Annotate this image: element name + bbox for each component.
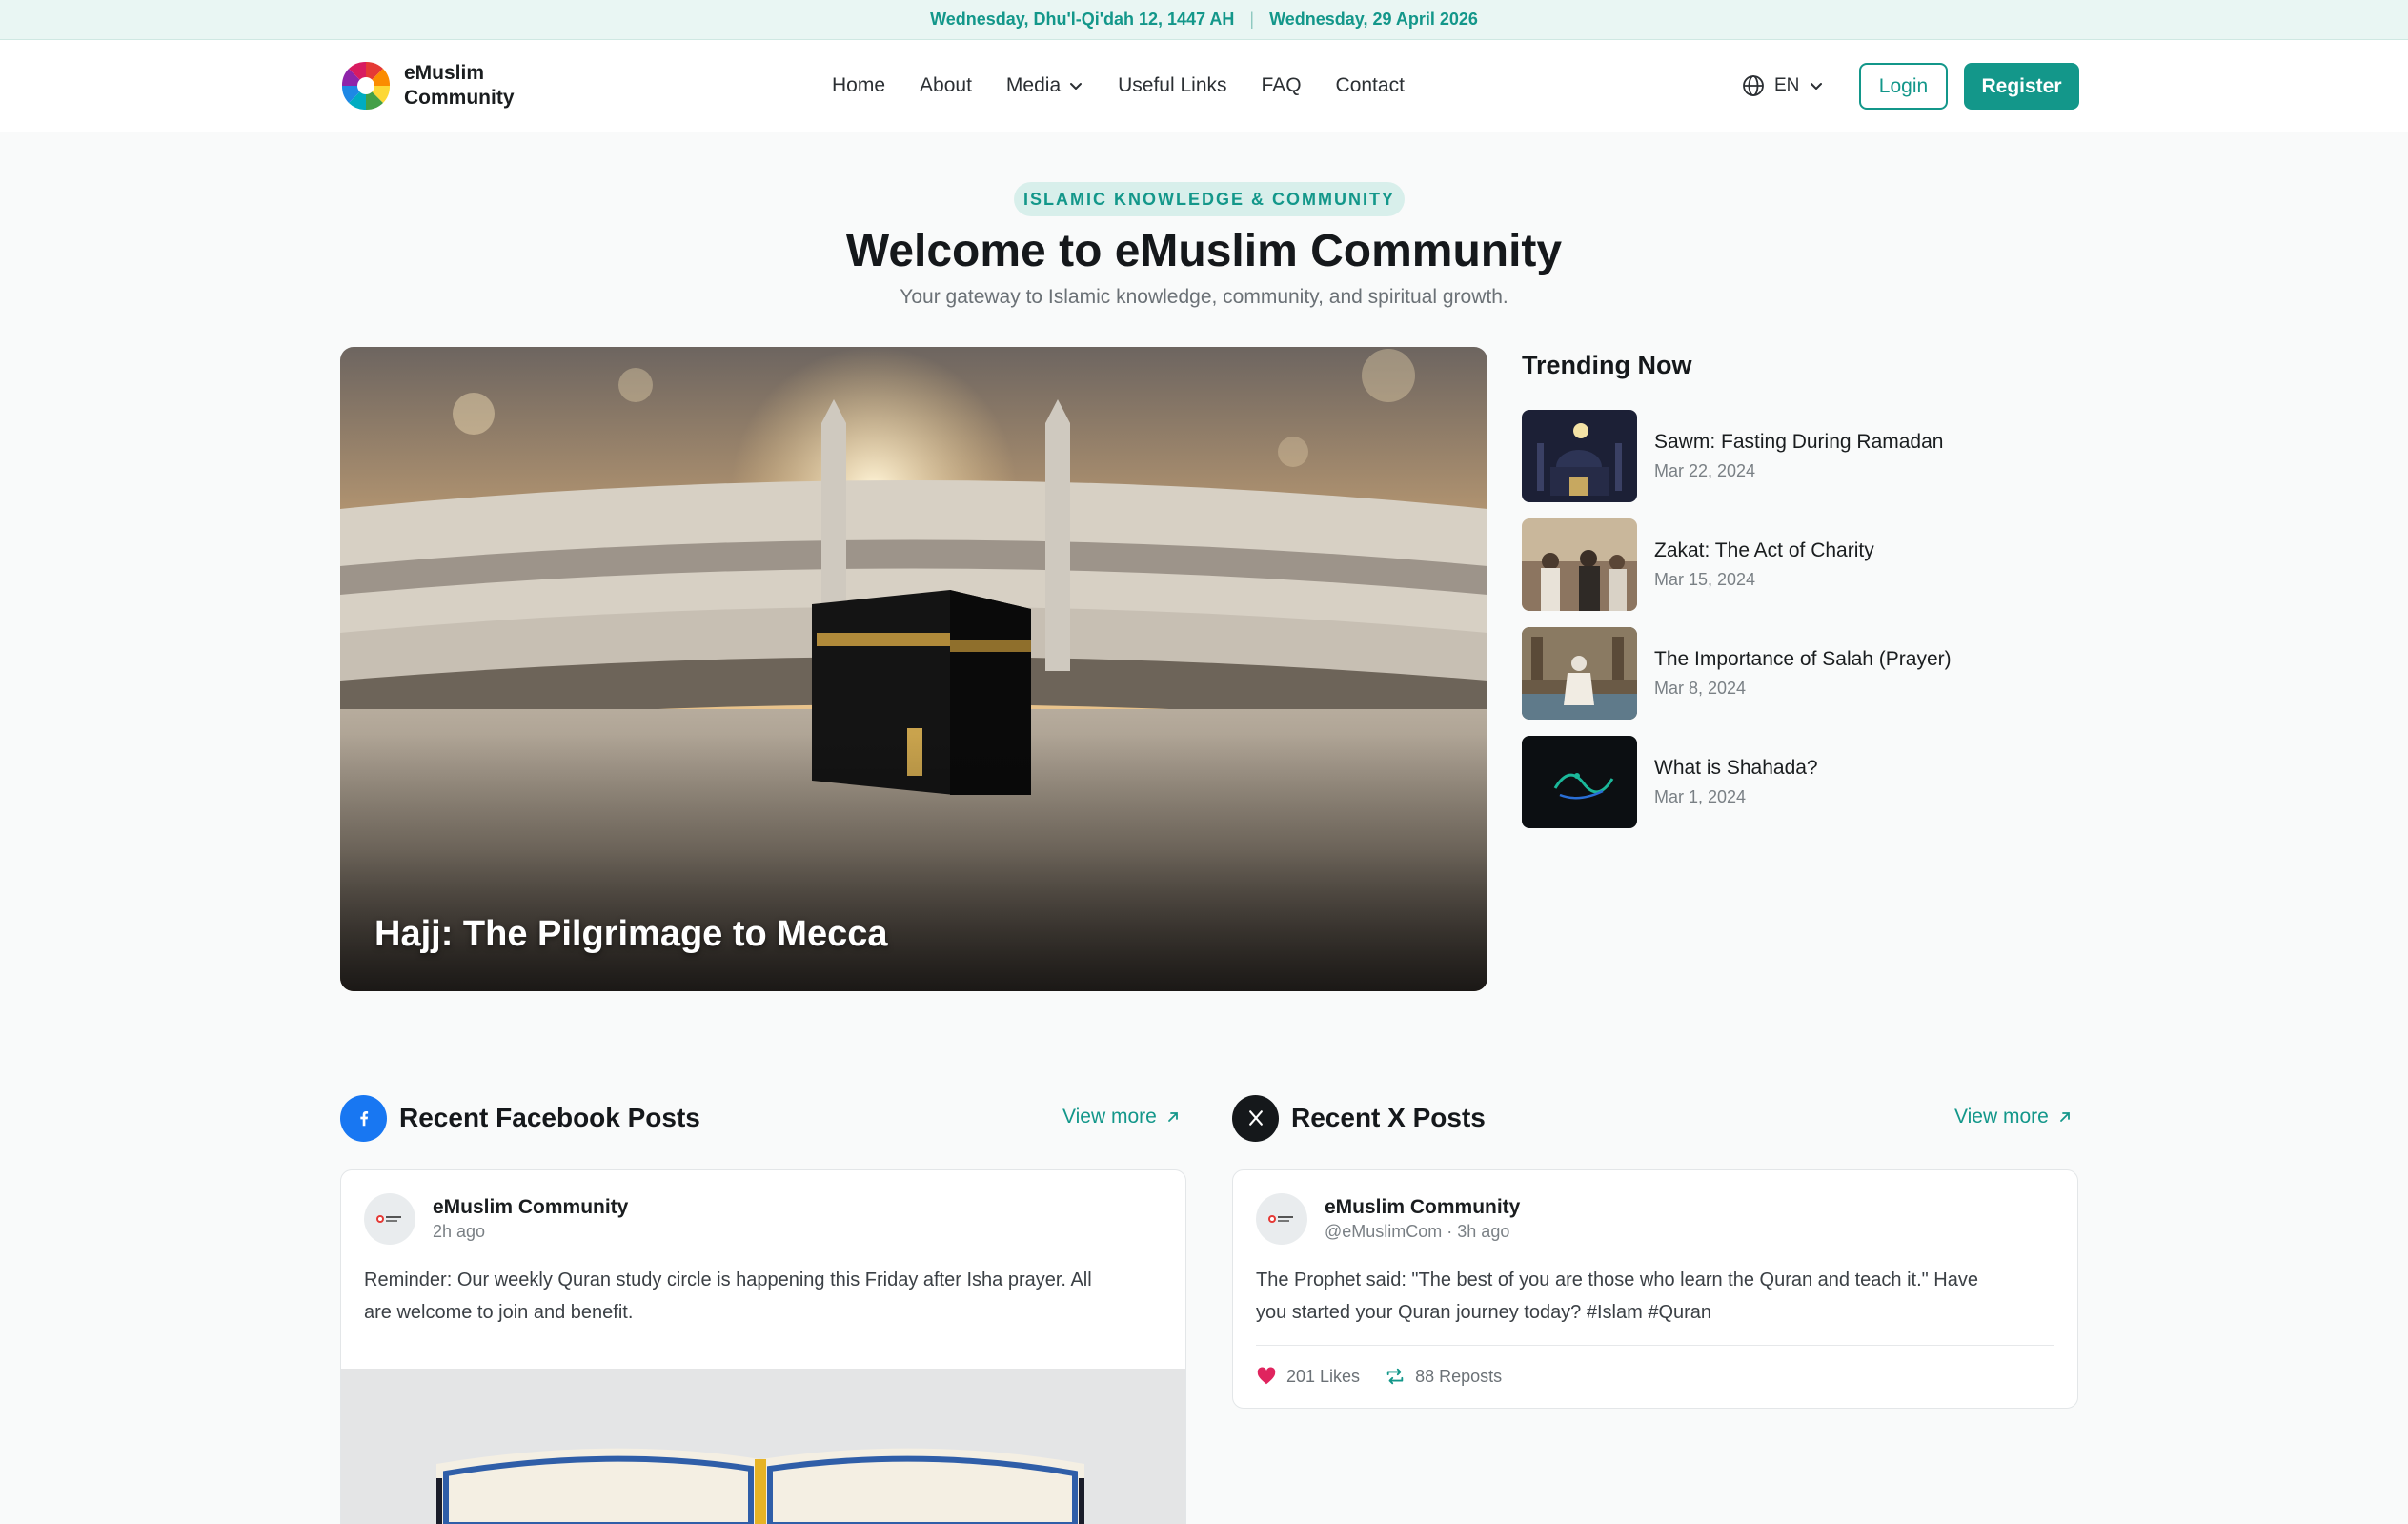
repost-icon [1386,1368,1404,1385]
gregorian-date: Wednesday, 29 April 2026 [1269,10,1478,29]
charity-crowd-image [1522,518,1637,611]
post-time: 2h ago [433,1222,486,1241]
trending-item-title: Sawm: Fasting During Ramadan [1654,431,1944,453]
page-title: Welcome to eMuslim Community [845,226,1563,276]
hijri-date: Wednesday, Dhu'l-Qi'dah 12, 1447 AH [930,10,1235,29]
trending-item-date: Mar 1, 2024 [1654,787,1747,806]
nav-about[interactable]: About [920,74,972,97]
trending-item-date: Mar 22, 2024 [1654,461,1756,480]
main-nav: Home About Media Useful Links FAQ Contac… [832,40,1405,132]
logo-wordmark: eMuslim Community [404,61,515,111]
trending-thumbnail [1522,627,1637,720]
facebook-view-more-link[interactable]: View more [1062,1106,1180,1128]
author-name[interactable]: eMuslim Community [433,1196,628,1219]
x-view-more-link[interactable]: View more [1954,1106,2072,1128]
site-header: eMuslim Community Home About Media Usefu… [0,40,2408,132]
hero-badge: ISLAMIC KNOWLEDGE & COMMUNITY [1014,182,1405,216]
facebook-icon [340,1094,387,1142]
trending-thumbnail [1522,736,1637,828]
post-stats: 201 Likes 88 Reposts [1256,1366,1502,1387]
post-text-line: Reminder: Our weekly Quran study circle … [364,1270,1092,1290]
trending-item-title: Zakat: The Act of Charity [1654,539,1874,561]
nav-contact[interactable]: Contact [1336,74,1405,97]
x-post-card[interactable]: eMuslim Community @eMuslimCom · 3h ago T… [1232,1169,2078,1409]
trending-heading: Trending Now [1522,351,1692,379]
site-logo[interactable]: eMuslim Community [339,59,515,112]
date-bar: Wednesday, Dhu'l-Qi'dah 12, 1447 AH | We… [0,0,2408,40]
likes-count: 201 Likes [1286,1366,1361,1386]
logo-line-1: eMuslim [404,62,485,84]
post-text-line: you started your Quran journey today? #I… [1256,1302,1712,1323]
mosque-night-image [1522,410,1637,502]
likes-stat[interactable]: 201 Likes [1256,1366,1360,1387]
trending-item[interactable]: The Importance of Salah (Prayer) Mar 8, … [1522,627,2055,720]
avatar [1256,1193,1307,1245]
external-arrow-icon [2059,1112,2070,1122]
trending-thumbnail [1522,518,1637,611]
nav-media-label: Media [1005,74,1062,96]
language-selector[interactable]: EN [1742,40,1824,132]
x-logo-icon [1232,1094,1279,1142]
post-text-line: The Prophet said: "The best of you are t… [1256,1270,1978,1290]
salah-prayer-image [1522,627,1637,720]
nav-faq[interactable]: FAQ [1262,74,1302,97]
logo-icon [341,61,391,111]
heart-icon [1257,1367,1276,1385]
author-name[interactable]: eMuslim Community [1325,1196,1520,1219]
trending-item-title: The Importance of Salah (Prayer) [1654,648,1952,670]
view-more-label: View more [1062,1106,1157,1128]
language-code: EN [1774,75,1800,95]
calligraphy-image [1522,736,1637,828]
post-text: Reminder: Our weekly Quran study circle … [364,1264,1092,1329]
nav-home[interactable]: Home [832,74,885,97]
nav-useful-links[interactable]: Useful Links [1118,74,1226,97]
trending-item-title: What is Shahada? [1654,757,1818,779]
login-button[interactable]: Login [1859,63,1948,110]
trending-item[interactable]: Sawm: Fasting During Ramadan Mar 22, 202… [1522,410,2055,502]
logo-line-2: Community [404,87,515,109]
trending-item[interactable]: What is Shahada? Mar 1, 2024 [1522,736,2055,828]
trending-item-date: Mar 8, 2024 [1654,679,1747,698]
reposts-stat[interactable]: 88 Reposts [1385,1366,1502,1387]
x-section-title: Recent X Posts [1291,1103,1486,1132]
post-divider [1256,1345,2054,1346]
trending-thumbnail [1522,410,1637,502]
nav-media[interactable]: Media [1006,74,1083,97]
post-handle-time: @eMuslimCom · 3h ago [1325,1222,1510,1241]
post-text: The Prophet said: "The best of you are t… [1256,1264,1978,1329]
external-arrow-icon [1167,1112,1178,1122]
trending-item-date: Mar 15, 2024 [1654,570,1756,589]
globe-icon [1743,75,1764,96]
facebook-section-title: Recent Facebook Posts [399,1103,700,1132]
featured-article-card[interactable]: Hajj: The Pilgrimage to Mecca [340,347,1487,991]
date-separator: | [1249,10,1255,29]
featured-title: Hajj: The Pilgrimage to Mecca [374,914,888,954]
chevron-down-icon [1811,83,1823,90]
post-author: eMuslim Community 2h ago [364,1193,628,1245]
page-subtitle: Your gateway to Islamic knowledge, commu… [900,286,1508,308]
post-text-line: are welcome to join and benefit. [364,1302,634,1323]
post-author: eMuslim Community @eMuslimCom · 3h ago [1256,1193,1520,1245]
avatar [364,1193,415,1245]
view-more-label: View more [1954,1106,2049,1128]
trending-item[interactable]: Zakat: The Act of Charity Mar 15, 2024 [1522,518,2055,611]
chevron-down-icon [1070,83,1083,90]
facebook-section-header: Recent Facebook Posts [340,1094,700,1142]
reposts-count: 88 Reposts [1415,1366,1503,1386]
register-button[interactable]: Register [1964,63,2079,110]
quran-book-image [341,1369,1185,1524]
x-section-header: Recent X Posts [1232,1094,1486,1142]
facebook-post-card[interactable]: eMuslim Community 2h ago Reminder: Our w… [340,1169,1186,1524]
kaaba-hero-image [340,347,1487,991]
